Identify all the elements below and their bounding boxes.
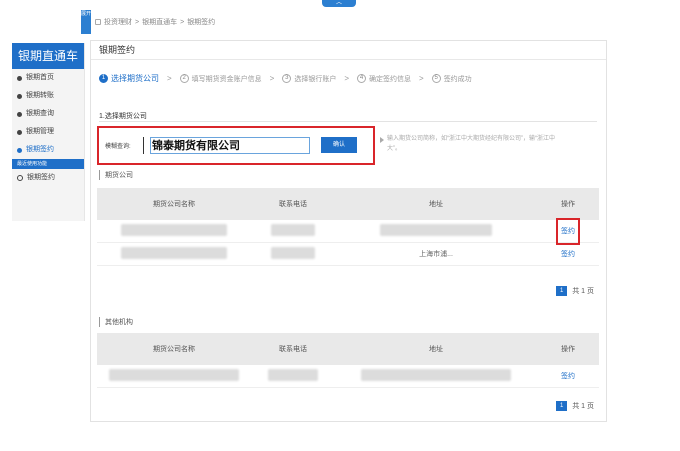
chevron-up-icon: ︿	[335, 0, 342, 6]
confirm-button[interactable]: 确认	[321, 137, 357, 153]
clock-icon	[17, 175, 23, 181]
page-title: 银期签约	[91, 41, 606, 60]
recent-item-label: 银期签约	[27, 174, 55, 181]
column-header: 期货公司名称	[153, 346, 195, 353]
redacted-address	[380, 224, 492, 236]
table-row[interactable]: 签约	[97, 365, 599, 388]
address-partial: 上海市浦...	[419, 251, 453, 258]
query-label: 模糊查询:	[105, 144, 131, 150]
sidebar-item-label: 银期签约	[26, 146, 54, 153]
step-2: 2 填写期货资金账户信息	[179, 74, 262, 84]
search-input-value: 锦泰期货有限公司	[152, 139, 240, 152]
collapse-handle[interactable]: ︿	[322, 0, 356, 7]
column-header: 操作	[561, 201, 575, 208]
sidebar-item-label: 银期首页	[26, 74, 54, 81]
column-header: 操作	[561, 346, 575, 353]
chevron-right-icon: >	[269, 74, 275, 83]
page-button[interactable]: 1	[556, 286, 568, 296]
query-highlight-box: 模糊查询: 锦泰期货有限公司 确认	[97, 126, 375, 165]
sidebar-toggle[interactable]: 展开	[81, 10, 91, 34]
page-total: 共 1 页	[572, 288, 594, 295]
column-header: 联系电话	[279, 346, 307, 353]
sidebar-item-label: 银期管理	[26, 128, 54, 135]
step-3: 3 选择银行账户	[282, 74, 336, 84]
breadcrumb-item[interactable]: 投资理财	[104, 17, 132, 27]
redacted-phone	[271, 224, 315, 236]
divider	[99, 121, 597, 122]
sign-link[interactable]: 签约	[561, 373, 575, 380]
chevron-right-icon: >	[167, 74, 172, 83]
breadcrumb-item: 银期签约	[187, 19, 216, 26]
group-label-futures: 期货公司	[99, 170, 133, 180]
breadcrumb-item[interactable]: 银期直通车	[142, 17, 177, 27]
futures-company-table: 期货公司名称 联系电话 地址 操作 签约 上海市浦... 签约	[97, 188, 599, 266]
bullet-icon	[17, 129, 22, 135]
text-cursor	[143, 137, 144, 154]
step-1: 1 选择期货公司	[99, 73, 159, 84]
step-5: 5 签约成功	[431, 74, 472, 84]
recent-functions-header: 最近使用功能	[12, 159, 84, 169]
redacted-phone	[271, 247, 315, 259]
redacted-phone	[268, 369, 318, 381]
sign-link[interactable]: 签约	[556, 218, 580, 245]
page-button[interactable]: 1	[556, 401, 568, 411]
sign-link[interactable]: 签约	[561, 251, 575, 258]
pagination: 1 共 1 页	[556, 286, 594, 296]
search-hint: 输入期货公司简称，如“浙江中大期货经纪有限公司”，输“浙江中大”。	[387, 136, 555, 152]
bullet-icon	[17, 111, 22, 117]
group-label-other: 其他机构	[99, 317, 133, 327]
chevron-right-icon: >	[344, 74, 350, 83]
redacted-address	[361, 369, 511, 381]
redacted-name	[121, 247, 227, 259]
column-header: 联系电话	[279, 201, 307, 208]
pagination: 1 共 1 页	[556, 401, 594, 411]
table-header: 期货公司名称 联系电话 地址 操作	[97, 188, 599, 220]
main-panel: 银期签约 1 选择期货公司 > 2 填写期货资金账户信息 > 3 选择银行账户 > 4…	[90, 40, 607, 422]
other-institution-table: 期货公司名称 联系电话 地址 操作 签约	[97, 333, 599, 388]
company-search-input[interactable]: 锦泰期货有限公司	[150, 137, 310, 154]
redacted-name	[109, 369, 239, 381]
bullet-icon	[17, 93, 22, 99]
step-indicator: 1 选择期货公司 > 2 填写期货资金账户信息 > 3 选择银行账户 > 4 确定签约信…	[99, 73, 472, 84]
sidebar-title: 银期直通车	[12, 43, 84, 69]
sidebar-item-sign[interactable]: 银期签约	[12, 141, 84, 159]
breadcrumb-separator: >	[135, 18, 140, 26]
table-row[interactable]: 上海市浦... 签约	[97, 243, 599, 266]
sidebar-item-transfer[interactable]: 银期转账	[12, 87, 84, 105]
breadcrumb: 投资理财 > 银期直通车 > 银期签约	[95, 17, 215, 27]
sidebar-item-label: 银期转账	[26, 92, 54, 99]
sidebar-item-home[interactable]: 银期首页	[12, 69, 84, 87]
column-header: 期货公司名称	[153, 201, 195, 208]
chevron-right-icon: >	[419, 74, 424, 83]
hint-arrow-icon	[380, 137, 384, 143]
sidebar-item-label: 银期查询	[26, 110, 54, 117]
breadcrumb-separator: >	[180, 18, 185, 26]
home-icon[interactable]	[95, 19, 101, 25]
bullet-icon	[17, 75, 22, 81]
column-header: 地址	[429, 201, 443, 208]
sidebar-item-query[interactable]: 银期查询	[12, 105, 84, 123]
column-header: 地址	[429, 346, 443, 353]
table-header: 期货公司名称 联系电话 地址 操作	[97, 333, 599, 365]
page-total: 共 1 页	[572, 403, 594, 410]
sidebar-item-manage[interactable]: 银期管理	[12, 123, 84, 141]
table-row[interactable]: 签约	[97, 218, 599, 245]
bullet-icon	[17, 147, 22, 153]
sidebar: 银期直通车 银期首页 银期转账 银期查询 银期管理 银期签约 最近使用功能 银期…	[12, 43, 85, 221]
redacted-name	[121, 224, 227, 236]
recent-item-sign[interactable]: 银期签约	[12, 169, 84, 187]
step-4: 4 确定签约信息	[357, 74, 411, 84]
section-title: 1.选择期货公司	[99, 113, 147, 120]
